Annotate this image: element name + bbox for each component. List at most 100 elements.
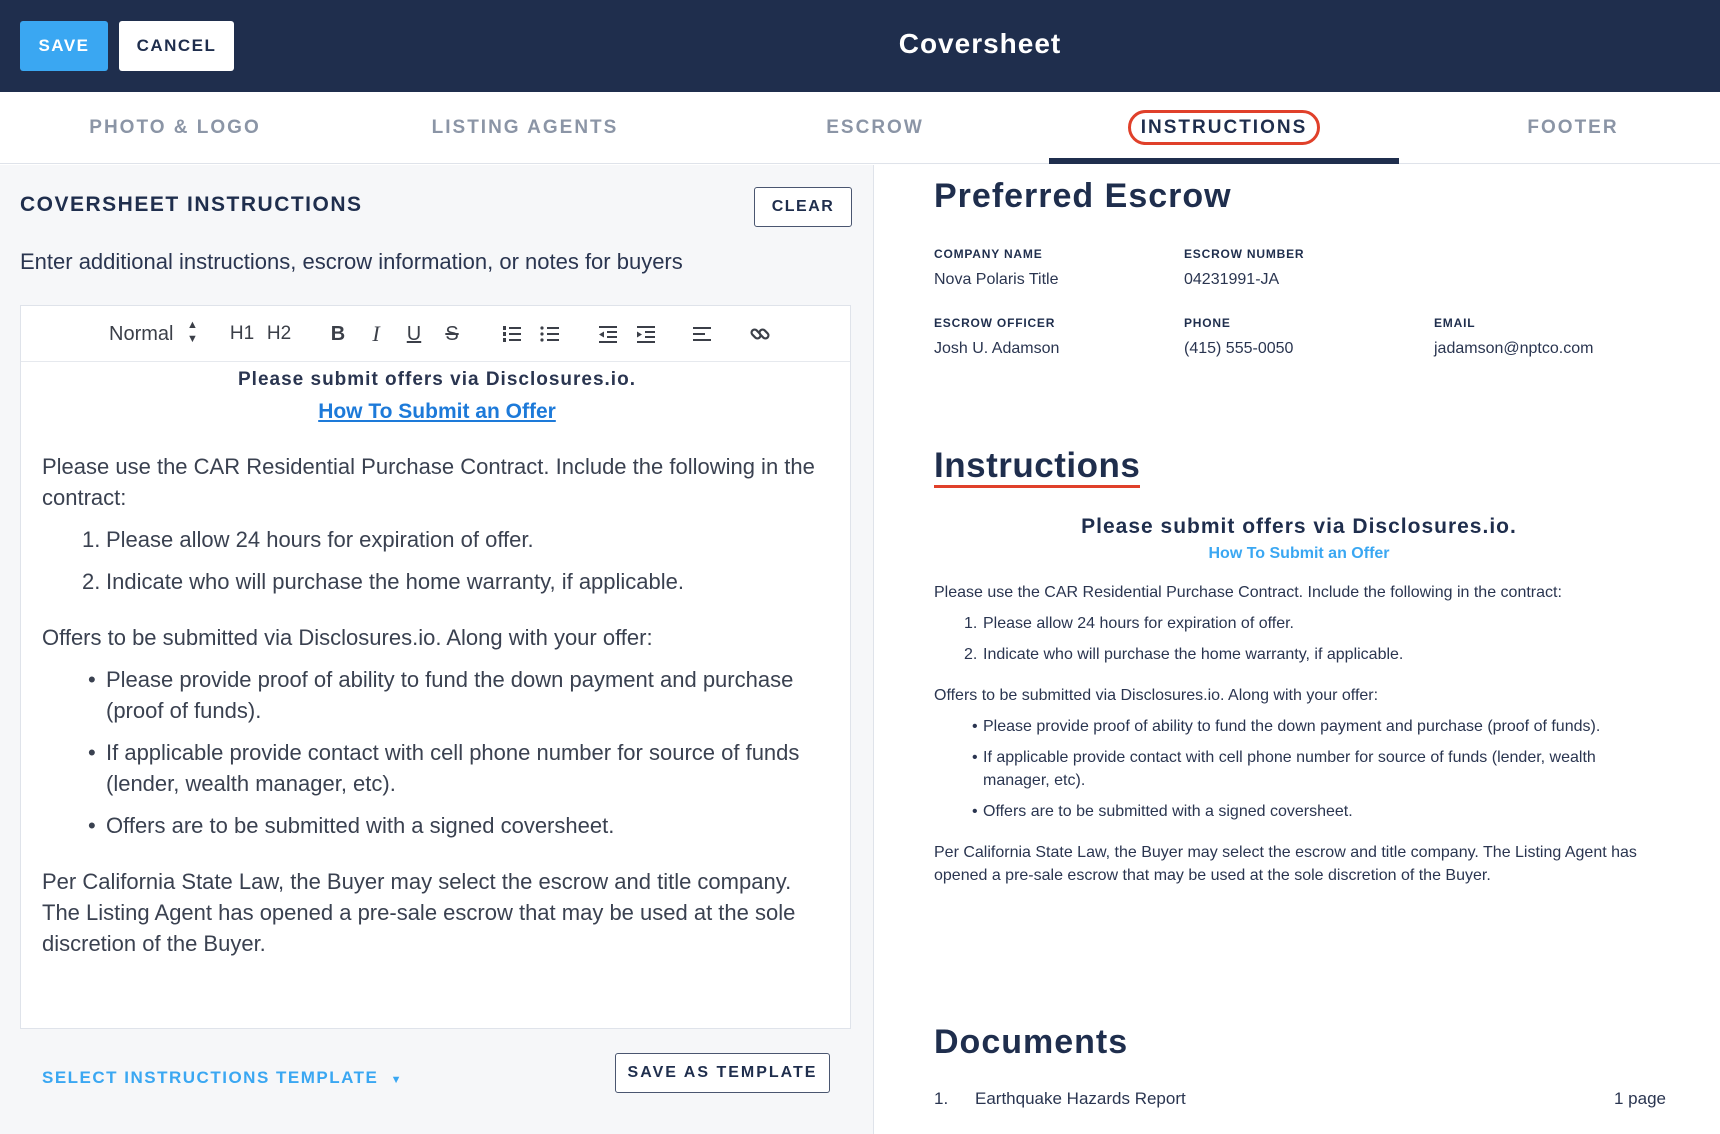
italic-icon: I	[372, 321, 380, 346]
preview-how-to-submit-link[interactable]: How To Submit an Offer	[934, 542, 1664, 565]
list-item-text: Offers are to be submitted with a signed…	[983, 803, 1353, 820]
company-name-value: Nova Polaris Title	[934, 271, 1059, 288]
tab-label: PHOTO & LOGO	[89, 117, 261, 138]
tab-instructions[interactable]: INSTRUCTIONS	[1049, 92, 1399, 164]
rich-text-editor: Normal ▲ ▼ H1 H2 B I U S Please submit o…	[20, 305, 851, 1029]
indent-button[interactable]	[633, 318, 659, 350]
format-select[interactable]: Normal ▲ ▼	[109, 318, 198, 350]
editor-toolbar: Normal ▲ ▼ H1 H2 B I U S	[21, 306, 850, 362]
list-item-text: Please allow 24 hours for expiration of …	[106, 527, 534, 552]
outdent-icon	[599, 326, 617, 343]
how-to-submit-link[interactable]: How To Submit an Offer	[318, 400, 556, 423]
tab-label: LISTING AGENTS	[431, 117, 619, 138]
instructions-editor-panel: COVERSHEET INSTRUCTIONS CLEAR Enter addi…	[0, 165, 874, 1134]
tab-bar: PHOTO & LOGO LISTING AGENTS ESCROW INSTR…	[0, 92, 1720, 164]
documents-heading: Documents	[934, 1023, 1129, 1061]
editor-ordered-list: 1. Please allow 24 hours for expiration o…	[42, 524, 832, 597]
preview-paragraph: Please use the CAR Residential Purchase …	[934, 584, 1562, 601]
top-bar: SAVE CANCEL Coversheet	[0, 0, 1720, 92]
phone-value: (415) 555-0050	[1184, 340, 1294, 357]
clear-button[interactable]: CLEAR	[754, 187, 852, 227]
list-item-text: Indicate who will purchase the home warr…	[106, 569, 685, 594]
list-item: • Offers are to be submitted with a signe…	[88, 813, 615, 838]
italic-button[interactable]: I	[364, 318, 388, 350]
underline-button[interactable]: U	[402, 318, 426, 350]
email-value: jadamson@nptco.com	[1434, 340, 1594, 357]
editor-paragraph: Please use the CAR Residential Purchase …	[42, 454, 815, 510]
format-select-value: Normal	[109, 323, 174, 345]
ordered-list-button[interactable]	[499, 318, 525, 350]
editor-paragraph: Per California State Law, the Buyer may …	[42, 869, 796, 956]
bullet-list-icon	[540, 326, 559, 342]
list-item-text: Please provide proof of ability to fund …	[106, 667, 794, 723]
document-name: Earthquake Hazards Report	[975, 1089, 1186, 1108]
align-left-icon	[693, 327, 711, 341]
editor-heading: Please submit offers via Disclosures.io.	[238, 369, 636, 390]
link-button[interactable]	[747, 318, 773, 350]
ordered-list-icon	[503, 326, 521, 342]
save-as-template-button[interactable]: SAVE AS TEMPLATE	[615, 1053, 830, 1093]
tab-label: INSTRUCTIONS	[1127, 110, 1321, 145]
document-number: 1.	[934, 1089, 949, 1108]
list-item: • Offers are to be submitted with a signe…	[972, 803, 1353, 820]
align-button[interactable]	[689, 318, 715, 350]
instructions-preview: Please submit offers via Disclosures.io.…	[934, 515, 1664, 887]
underline-icon: U	[406, 323, 422, 345]
preview-heading: Please submit offers via Disclosures.io.	[1081, 515, 1517, 538]
document-row: 1. Earthquake Hazards Report 1 page	[934, 1089, 1666, 1109]
list-item-text: Offers are to be submitted with a signed…	[106, 813, 615, 838]
preview-paragraph: Offers to be submitted via Disclosures.i…	[934, 687, 1379, 704]
heading1-button[interactable]: H1	[229, 318, 255, 350]
tab-photo-logo[interactable]: PHOTO & LOGO	[0, 92, 350, 164]
bullet-list-button[interactable]	[537, 318, 563, 350]
tab-label: FOOTER	[1527, 117, 1619, 138]
indent-icon	[637, 326, 655, 343]
escrow-number-value: 04231991-JA	[1184, 271, 1280, 288]
select-template-label: SELECT INSTRUCTIONS TEMPLATE	[42, 1068, 379, 1087]
strikethrough-button[interactable]: S	[440, 318, 464, 350]
page-title: Coversheet	[898, 28, 1062, 59]
list-item: 2. Indicate who will purchase the home wa…	[964, 646, 1404, 663]
list-item-text: Please allow 24 hours for expiration of …	[983, 615, 1294, 632]
h1-label: H1	[229, 323, 255, 344]
editor-content[interactable]: Please submit offers via Disclosures.io.…	[42, 364, 832, 959]
strikethrough-icon: S	[445, 323, 459, 345]
coversheet-preview: Preferred Escrow COMPANY NAME Nova Polar…	[875, 165, 1720, 1134]
list-item: • If applicable provide contact with cell…	[972, 749, 1596, 789]
preferred-escrow-heading: Preferred Escrow	[934, 177, 1232, 215]
section-subtitle: Enter additional instructions, escrow in…	[20, 249, 683, 274]
document-pages: 1 page	[1614, 1089, 1666, 1108]
company-name-label: COMPANY NAME	[934, 247, 1043, 261]
active-tab-indicator	[1049, 158, 1399, 164]
bold-icon: B	[330, 323, 346, 345]
list-item-text: If applicable provide contact with cell …	[106, 740, 800, 796]
outdent-button[interactable]	[595, 318, 621, 350]
h2-label: H2	[266, 323, 292, 344]
editor-paragraph: Offers to be submitted via Disclosures.i…	[42, 625, 653, 650]
tab-footer[interactable]: FOOTER	[1398, 92, 1720, 164]
list-item: 2. Indicate who will purchase the home wa…	[82, 569, 685, 594]
tab-escrow[interactable]: ESCROW	[700, 92, 1050, 164]
tab-listing-agents[interactable]: LISTING AGENTS	[350, 92, 700, 164]
instructions-heading: Instructions	[934, 447, 1141, 488]
list-item-text: If applicable provide contact with cell …	[983, 749, 1596, 789]
tab-label: ESCROW	[826, 117, 924, 138]
section-title: COVERSHEET INSTRUCTIONS	[20, 193, 363, 216]
select-instructions-template-dropdown[interactable]: SELECT INSTRUCTIONS TEMPLATE ▼	[42, 1068, 403, 1088]
heading2-button[interactable]: H2	[266, 318, 292, 350]
email-label: EMAIL	[1434, 316, 1476, 330]
list-item: • If applicable provide contact with cell…	[88, 740, 800, 796]
list-item: 1. Please allow 24 hours for expiration o…	[82, 527, 534, 552]
list-item: • Please provide proof of ability to fund…	[972, 718, 1601, 735]
phone-label: PHONE	[1184, 316, 1231, 330]
list-item: • Please provide proof of ability to fund…	[88, 667, 794, 723]
list-item-text: Indicate who will purchase the home warr…	[983, 646, 1404, 663]
list-item-text: Please provide proof of ability to fund …	[983, 718, 1601, 735]
link-icon	[750, 328, 770, 340]
escrow-officer-value: Josh U. Adamson	[934, 340, 1060, 357]
editor-bullet-list: • Please provide proof of ability to fund…	[42, 664, 832, 841]
list-item: 1. Please allow 24 hours for expiration o…	[964, 615, 1294, 632]
editor-footer: SELECT INSTRUCTIONS TEMPLATE ▼ SAVE AS T…	[20, 1030, 851, 1130]
bold-button[interactable]: B	[326, 318, 350, 350]
preview-paragraph: Per California State Law, the Buyer may …	[934, 844, 1637, 884]
